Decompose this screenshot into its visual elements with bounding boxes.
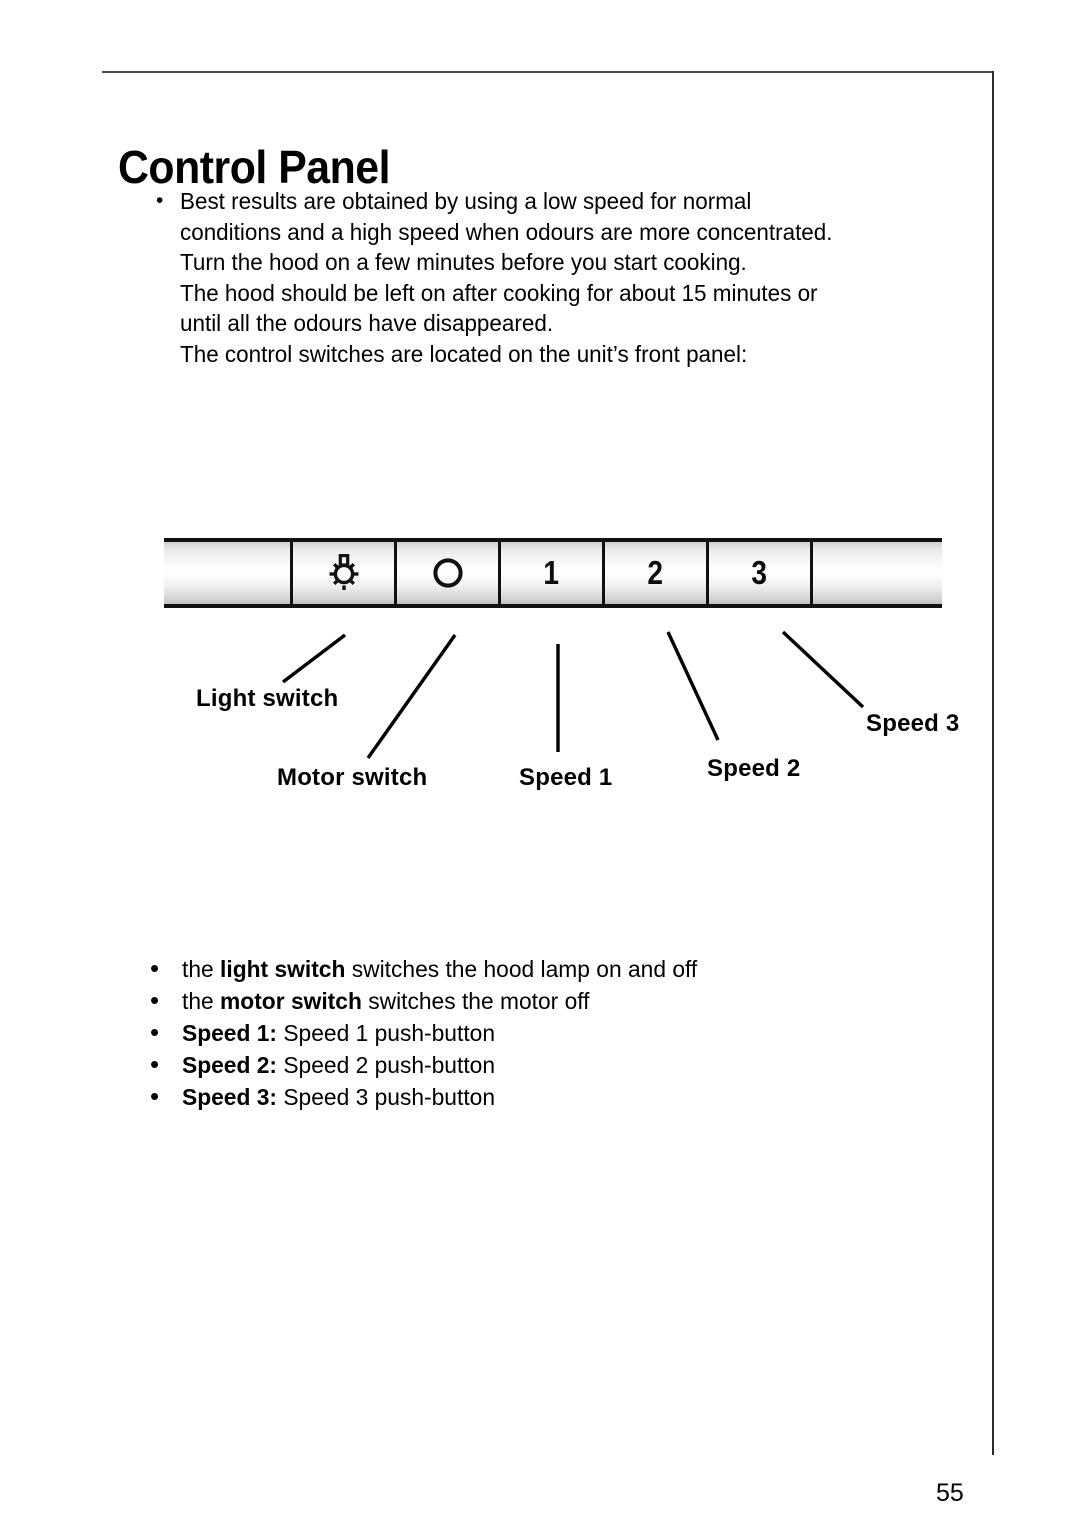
- intro-line: The control switches are located on the …: [180, 340, 748, 367]
- list-item: • the light switch switches the hood lam…: [150, 953, 950, 985]
- callout-speed-2: Speed 2: [707, 755, 801, 782]
- speed-2-button[interactable]: 2: [602, 542, 706, 604]
- page-number: 55: [936, 1479, 964, 1507]
- light-switch-button[interactable]: [290, 542, 394, 604]
- leader-line-speed3: [781, 630, 865, 709]
- page-title: Control Panel: [118, 140, 391, 193]
- intro-line: Turn the hood on a few minutes before yo…: [180, 249, 747, 275]
- speed-3-label: 3: [751, 553, 768, 591]
- list-item-bold: light switch: [220, 956, 346, 982]
- leader-line-motor-switch: [366, 634, 457, 759]
- list-item-bold: Speed 2:: [182, 1052, 278, 1078]
- speed-2-label: 2: [647, 553, 664, 591]
- list-item-text: Speed 1: Speed 1 push-button: [182, 1018, 495, 1049]
- list-item-bold: Speed 1:: [182, 1020, 278, 1046]
- list-item-suffix: Speed 1 push-button: [277, 1020, 496, 1046]
- list-bullet-marker: •: [150, 1017, 160, 1047]
- list-item-bold: Speed 3:: [182, 1084, 278, 1110]
- light-bulb-icon: [323, 552, 365, 594]
- callout-speed-1: Speed 1: [519, 764, 613, 791]
- leader-line-speed2: [666, 631, 720, 741]
- list-item-suffix: Speed 2 push-button: [277, 1052, 496, 1078]
- speed-1-label: 1: [543, 553, 560, 591]
- list-item: • Speed 1: Speed 1 push-button: [150, 1017, 950, 1049]
- callout-light-switch: Light switch: [196, 685, 339, 712]
- list-item-text: the motor switch switches the motor off: [182, 986, 590, 1017]
- speed-3-button[interactable]: 3: [706, 542, 810, 604]
- list-item-prefix: the: [182, 988, 221, 1014]
- list-item-text: Speed 2: Speed 2 push-button: [182, 1050, 495, 1081]
- control-descriptions-list: • the light switch switches the hood lam…: [150, 953, 950, 1113]
- leader-line-light-switch: [281, 633, 347, 684]
- callout-speed-3: Speed 3: [866, 710, 960, 737]
- speed-1-button[interactable]: 1: [498, 542, 602, 604]
- circle-o-icon: [428, 553, 468, 593]
- control-panel-illustration: 1 2 3: [164, 538, 942, 608]
- callout-motor-switch: Motor switch: [277, 764, 428, 791]
- list-item-suffix: switches the hood lamp on and off: [345, 956, 698, 982]
- control-panel-strip: 1 2 3: [164, 538, 942, 608]
- intro-line: The hood should be left on after cooking…: [180, 279, 818, 306]
- panel-blank-left: [164, 542, 290, 604]
- intro-paragraph: • Best results are obtained by using a l…: [150, 186, 970, 369]
- list-bullet-marker: •: [150, 985, 160, 1015]
- list-item-suffix: switches the motor off: [361, 988, 590, 1014]
- list-item-prefix: the: [182, 956, 221, 982]
- list-item-suffix: Speed 3 push-button: [277, 1084, 496, 1110]
- list-item: • Speed 2: Speed 2 push-button: [150, 1049, 950, 1081]
- intro-line: Best results are obtained by using a low…: [180, 188, 752, 214]
- motor-switch-button[interactable]: [394, 542, 498, 604]
- panel-blank-right: [810, 542, 942, 604]
- intro-line: until all the odours have disappeared.: [180, 310, 554, 336]
- list-item: • Speed 3: Speed 3 push-button: [150, 1081, 950, 1113]
- list-bullet-marker: •: [150, 1049, 160, 1079]
- list-bullet-marker: •: [150, 1081, 160, 1111]
- intro-lines: Best results are obtained by using a low…: [180, 186, 970, 369]
- intro-line: conditions and a high speed when odours …: [180, 218, 833, 245]
- intro-bullet-marker: •: [156, 189, 164, 212]
- list-bullet-marker: •: [150, 953, 160, 983]
- page-frame-right-rule: [992, 71, 994, 1455]
- list-item-bold: motor switch: [220, 988, 362, 1014]
- page-frame-top-rule: [102, 71, 994, 73]
- list-item: • the motor switch switches the motor of…: [150, 985, 950, 1017]
- list-item-text: the light switch switches the hood lamp …: [182, 954, 697, 985]
- intro-bullet-row: • Best results are obtained by using a l…: [150, 186, 970, 369]
- list-item-text: Speed 3: Speed 3 push-button: [182, 1082, 495, 1113]
